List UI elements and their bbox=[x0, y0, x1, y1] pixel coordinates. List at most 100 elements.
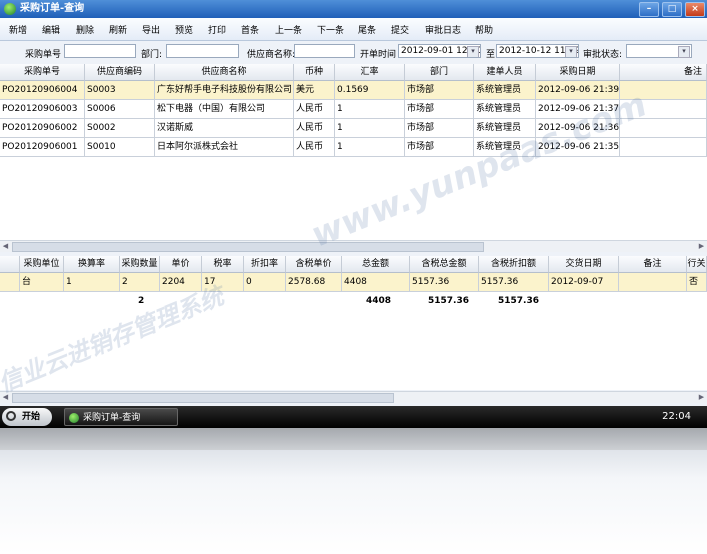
table-cell: 系统管理员 bbox=[474, 138, 536, 157]
scroll-right-icon[interactable]: ▶ bbox=[697, 393, 706, 401]
table-row[interactable]: PO20120906004 S0003 广东好帮手电子科技股份有限公司 美元 0… bbox=[0, 81, 707, 100]
column-header[interactable]: 行关 bbox=[687, 256, 707, 273]
reflection-strip bbox=[0, 428, 707, 450]
table-row[interactable]: PO20120906002 S0002 汉诺斯威 人民币 1 市场部 系统管理员… bbox=[0, 119, 707, 138]
column-header[interactable]: 供应商编码 bbox=[85, 64, 155, 81]
calendar-dropdown-icon[interactable]: ▾ bbox=[467, 46, 479, 57]
app-icon bbox=[69, 413, 79, 423]
date-from-field[interactable]: 2012-09-01 12:00 ▾ bbox=[398, 44, 481, 58]
table-cell: 2012-09-07 bbox=[549, 273, 619, 292]
table-cell: PO20120906001 bbox=[0, 138, 85, 157]
toolbar-submit-button[interactable]: 提交 bbox=[391, 23, 409, 36]
column-header[interactable]: 采购单号 bbox=[0, 64, 85, 81]
column-header[interactable]: 部门 bbox=[405, 64, 474, 81]
order-no-input[interactable] bbox=[64, 44, 136, 58]
table-cell: 日本阿尔派株式会社 bbox=[155, 138, 294, 157]
row-indicator-header bbox=[0, 256, 20, 273]
scroll-left-icon[interactable]: ◀ bbox=[1, 242, 10, 250]
dept-input[interactable] bbox=[166, 44, 239, 58]
table-cell: 1 bbox=[335, 100, 405, 119]
column-header[interactable]: 换算率 bbox=[64, 256, 120, 273]
table-row[interactable]: PO20120906003 S0006 松下电器（中国）有限公司 人民币 1 市… bbox=[0, 100, 707, 119]
scroll-left-icon[interactable]: ◀ bbox=[1, 393, 10, 401]
column-header[interactable]: 采购单位 bbox=[20, 256, 64, 273]
column-header[interactable]: 币种 bbox=[294, 64, 335, 81]
table-cell: 4408 bbox=[342, 273, 410, 292]
close-button[interactable]: × bbox=[685, 2, 705, 17]
toolbar-help-button[interactable]: 帮助 bbox=[475, 23, 493, 36]
column-header[interactable]: 含税总金额 bbox=[410, 256, 479, 273]
toolbar-approval-log-button[interactable]: 审批日志 bbox=[425, 23, 461, 36]
column-header[interactable]: 汇率 bbox=[335, 64, 405, 81]
table-cell bbox=[619, 273, 687, 292]
table-row[interactable]: 台 1 2 2204 17 0 2578.68 4408 5157.36 515… bbox=[0, 273, 707, 292]
table-cell: S0002 bbox=[85, 119, 155, 138]
column-header[interactable]: 折扣率 bbox=[244, 256, 286, 273]
table-cell: 市场部 bbox=[405, 138, 474, 157]
details-horizontal-scrollbar[interactable]: ◀ ▶ bbox=[0, 391, 707, 403]
table-cell: 0 bbox=[244, 273, 286, 292]
toolbar-new-button[interactable]: 新增 bbox=[9, 23, 27, 36]
approval-status-select[interactable]: ▾ bbox=[626, 44, 692, 58]
table-cell: 1 bbox=[64, 273, 120, 292]
date-to-field[interactable]: 2012-10-12 11:59 ▾ bbox=[496, 44, 579, 58]
column-header[interactable]: 建单人员 bbox=[474, 64, 536, 81]
calendar-dropdown-icon[interactable]: ▾ bbox=[565, 46, 577, 57]
scroll-right-icon[interactable]: ▶ bbox=[697, 242, 706, 250]
table-cell: 人民币 bbox=[294, 119, 335, 138]
table-cell: 0.1569 bbox=[335, 81, 405, 100]
table-row[interactable]: PO20120906001 S0010 日本阿尔派株式会社 人民币 1 市场部 … bbox=[0, 138, 707, 157]
table-cell: 否 bbox=[687, 273, 707, 292]
table-cell: PO20120906004 bbox=[0, 81, 85, 100]
taskbar-item-label: 采购订单-查询 bbox=[83, 413, 141, 423]
toolbar-first-button[interactable]: 首条 bbox=[241, 23, 259, 36]
scrollbar-thumb[interactable] bbox=[12, 242, 484, 252]
column-header[interactable]: 总金额 bbox=[342, 256, 410, 273]
toolbar-edit-button[interactable]: 编辑 bbox=[42, 23, 60, 36]
title-bar: 采购订单-查询 – □ × bbox=[0, 0, 707, 18]
column-header[interactable]: 税率 bbox=[202, 256, 244, 273]
power-icon bbox=[6, 411, 16, 421]
taskbar-item[interactable]: 采购订单-查询 bbox=[64, 408, 178, 426]
toolbar-print-button[interactable]: 打印 bbox=[208, 23, 226, 36]
supplier-name-input[interactable] bbox=[294, 44, 355, 58]
toolbar-delete-button[interactable]: 删除 bbox=[76, 23, 94, 36]
table-cell: 2012-09-06 21:37 bbox=[536, 100, 620, 119]
minimize-button[interactable]: – bbox=[639, 2, 659, 17]
start-button[interactable]: 开始 bbox=[2, 408, 52, 426]
orders-horizontal-scrollbar[interactable]: ◀ ▶ bbox=[0, 240, 707, 252]
column-header[interactable]: 含税折扣额 bbox=[479, 256, 549, 273]
table-cell: 人民币 bbox=[294, 138, 335, 157]
table-cell: 5157.36 bbox=[410, 273, 479, 292]
window-controls: – □ × bbox=[639, 2, 705, 17]
toolbar-preview-button[interactable]: 预览 bbox=[175, 23, 193, 36]
toolbar-last-button[interactable]: 尾条 bbox=[358, 23, 376, 36]
toolbar-prev-button[interactable]: 上一条 bbox=[275, 23, 302, 36]
toolbar-export-button[interactable]: 导出 bbox=[142, 23, 160, 36]
table-cell: 台 bbox=[20, 273, 64, 292]
table-cell: 市场部 bbox=[405, 100, 474, 119]
table-cell: 松下电器（中国）有限公司 bbox=[155, 100, 294, 119]
toolbar-refresh-button[interactable]: 刷新 bbox=[109, 23, 127, 36]
table-cell: PO20120906003 bbox=[0, 100, 85, 119]
summary-tax-total: 5157.36 bbox=[428, 296, 469, 306]
scrollbar-thumb[interactable] bbox=[12, 393, 394, 403]
table-cell: S0010 bbox=[85, 138, 155, 157]
table-cell: PO20120906002 bbox=[0, 119, 85, 138]
column-header[interactable]: 单价 bbox=[160, 256, 202, 273]
column-header[interactable]: 供应商名称 bbox=[155, 64, 294, 81]
taskbar-clock: 22:04 bbox=[662, 411, 691, 422]
column-header[interactable]: 备注 bbox=[619, 256, 687, 273]
maximize-button[interactable]: □ bbox=[662, 2, 682, 17]
column-header[interactable]: 采购日期 bbox=[536, 64, 620, 81]
column-header[interactable]: 备注 bbox=[620, 64, 707, 81]
table-cell: 美元 bbox=[294, 81, 335, 100]
toolbar-next-button[interactable]: 下一条 bbox=[317, 23, 344, 36]
chevron-down-icon[interactable]: ▾ bbox=[678, 46, 690, 58]
column-header[interactable]: 含税单价 bbox=[286, 256, 342, 273]
start-label: 开始 bbox=[22, 412, 41, 422]
column-header[interactable]: 交货日期 bbox=[549, 256, 619, 273]
table-cell: 汉诺斯威 bbox=[155, 119, 294, 138]
supplier-name-label: 供应商名称: bbox=[247, 50, 296, 60]
column-header[interactable]: 采购数量 bbox=[120, 256, 160, 273]
